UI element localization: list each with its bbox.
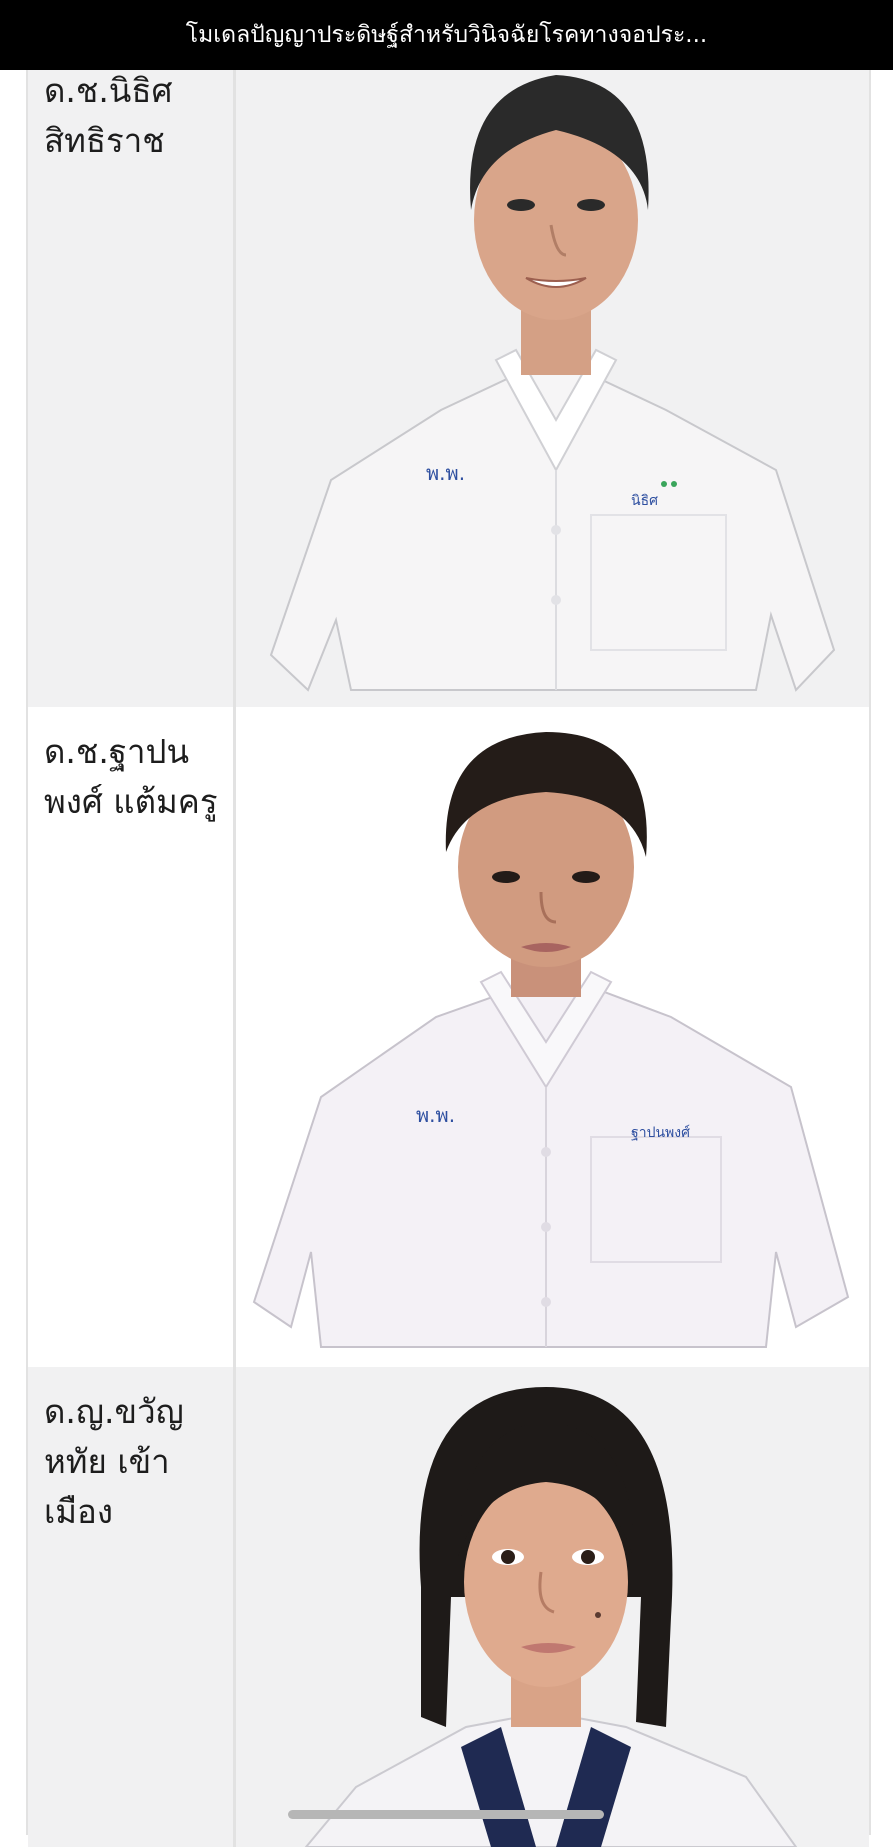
table-row: ด.ญ.ขวัญหทัย เข้าเมือง	[28, 1367, 869, 1847]
svg-text:นิธิศ: นิธิศ	[631, 493, 658, 509]
student-name: ด.ช.นิธิศ สิทธิราช	[44, 71, 173, 160]
shirt-embroidery-icon: พ.พ.	[416, 1103, 455, 1127]
student-photo-cell: พ.พ. นิธิศ	[236, 0, 869, 707]
home-indicator[interactable]	[288, 1810, 604, 1819]
page-title: โมเดลปัญญาประดิษฐ์สำหรับวินิจฉัยโรคทางจอ…	[185, 22, 708, 48]
student-photo-cell: พ.พ. ฐาปนพงศ์	[236, 707, 869, 1367]
student-table: ด.ช.นิธิศ สิทธิราช พ.พ. นิธิศ ด.ช.ฐาปนพง…	[26, 0, 871, 1847]
table-row: ด.ช.ฐาปนพงศ์ แต้มครู พ.พ. ฐาปนพงศ์	[28, 707, 869, 1370]
student-portrait-girl-1	[236, 1367, 869, 1847]
student-name: ด.ญ.ขวัญหทัย เข้าเมือง	[44, 1392, 184, 1531]
svg-text:ฐาปนพงศ์: ฐาปนพงศ์	[631, 1124, 690, 1141]
student-name-cell: ด.ญ.ขวัญหทัย เข้าเมือง	[28, 1367, 236, 1847]
student-portrait-boy-2: พ.พ. ฐาปนพงศ์	[236, 707, 869, 1367]
page-title-bar: โมเดลปัญญาประดิษฐ์สำหรับวินิจฉัยโรคทางจอ…	[0, 0, 893, 70]
shirt-embroidery-icon: พ.พ.	[426, 461, 465, 485]
student-name: ด.ช.ฐาปนพงศ์ แต้มครู	[44, 732, 218, 821]
student-name-cell: ด.ช.ฐาปนพงศ์ แต้มครู	[28, 707, 236, 1367]
student-name-cell: ด.ช.นิธิศ สิทธิราช	[28, 0, 236, 707]
student-photo-cell	[236, 1367, 869, 1847]
student-portrait-boy-1: พ.พ. นิธิศ	[236, 0, 869, 707]
table-row: ด.ช.นิธิศ สิทธิราช พ.พ. นิธิศ	[28, 0, 869, 710]
